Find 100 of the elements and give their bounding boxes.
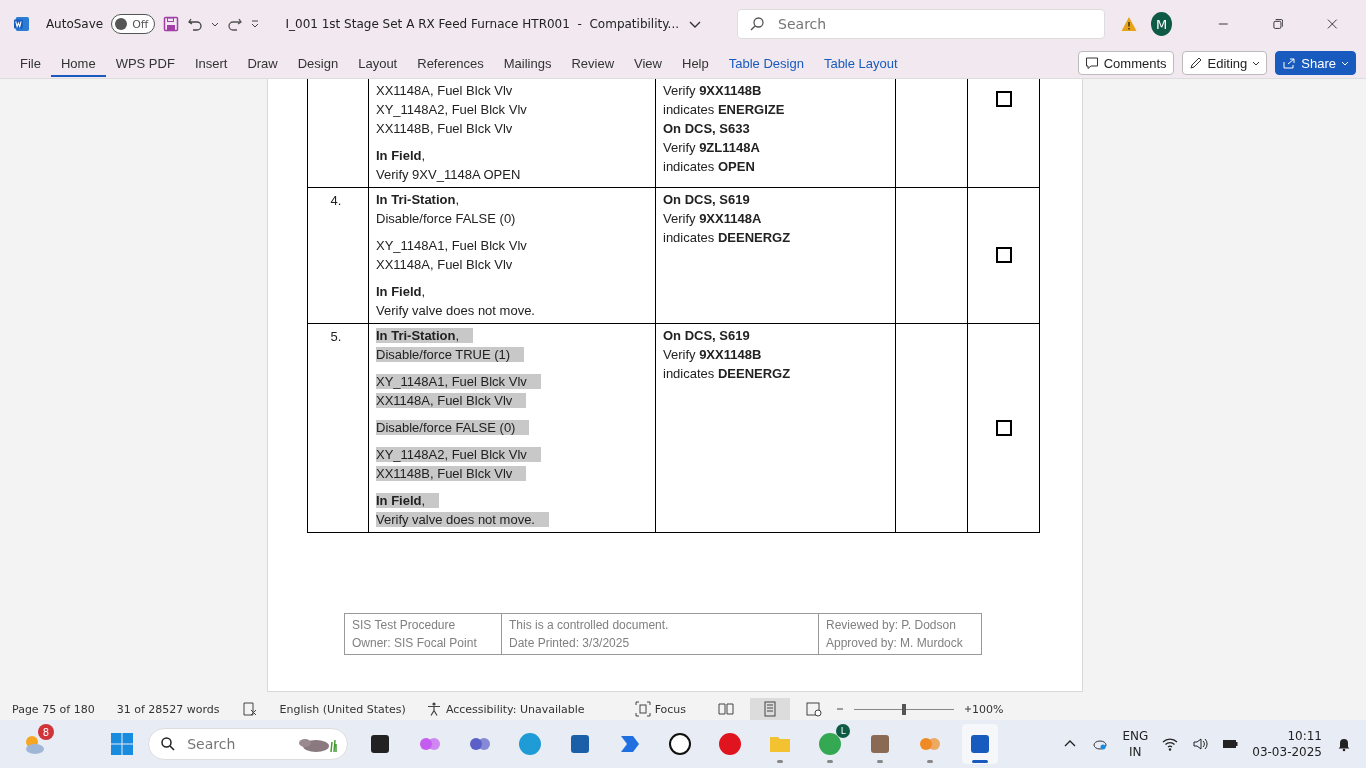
editing-button[interactable]: Editing (1181, 51, 1268, 75)
accessibility-icon[interactable] (425, 701, 442, 717)
speaker-icon[interactable] (1192, 736, 1209, 752)
input-language[interactable]: ENG (1122, 728, 1149, 744)
web-layout-icon[interactable] (806, 701, 823, 717)
share-icon (1282, 56, 1297, 70)
taskbar-search-field[interactable]: Search (148, 728, 349, 760)
read-mode-icon[interactable] (718, 701, 735, 717)
step-text: In Field, (376, 493, 440, 508)
running-indicator (927, 760, 934, 763)
checkbox[interactable] (995, 91, 1012, 107)
step-text: XY_1148A2, Fuel Blck Vlv (376, 447, 541, 462)
clock-time[interactable]: 10:11 (1287, 728, 1322, 744)
restore-icon[interactable] (1272, 18, 1284, 30)
zoom-slider[interactable] (854, 703, 955, 715)
ribbon-tab[interactable]: Layout (348, 49, 408, 77)
step-text: XX1148A, Fuel Blck Vlv (376, 257, 513, 272)
verify-text: On DCS, S619 (663, 328, 750, 343)
step-text: In Tri-Station, (376, 328, 474, 343)
zoom-in-icon[interactable] (964, 705, 973, 713)
ribbon-tab[interactable]: Review (561, 49, 625, 77)
app-icon (818, 732, 843, 756)
redo-icon[interactable] (227, 16, 244, 32)
ribbon-tab[interactable]: Table Design (718, 49, 814, 77)
footer-text: SIS Test Procedure (352, 618, 456, 632)
focus-button[interactable]: Focus (628, 700, 693, 718)
warning-icon[interactable] (1121, 16, 1138, 32)
autosave-label: AutoSave (45, 17, 104, 31)
ribbon-tab[interactable]: Design (287, 49, 349, 77)
proofing-icon[interactable] (241, 701, 258, 717)
save-icon[interactable] (163, 16, 180, 32)
taskbar-app-button[interactable]: L (812, 724, 849, 764)
bell-icon[interactable] (1336, 736, 1352, 752)
ribbon-tab[interactable]: View (624, 49, 672, 77)
verify-text: Verify 9XX1148A (663, 211, 762, 226)
step-text: XX1148B, Fuel Blck Vlv (376, 466, 527, 481)
notification-badge: 8 (38, 724, 54, 740)
step-text: XX1148A, Fuel Blck Vlv (376, 393, 527, 408)
footer-text: Approved by: M. Murdock (826, 636, 963, 650)
step-text: Disable/force FALSE (0) (376, 420, 530, 435)
verify-text: Verify 9XX1148B (663, 83, 762, 98)
step-text: XY_1148A1, Fuel Blck Vlv (376, 374, 541, 389)
wifi-icon[interactable] (1162, 736, 1179, 752)
clock-date[interactable]: 03-03-2025 (1252, 744, 1322, 760)
step-number: 5. (330, 329, 342, 344)
accessibility-status[interactable]: Accessibility: Unavailable (445, 702, 585, 716)
share-button[interactable]: Share (1275, 51, 1356, 75)
search-icon (749, 16, 766, 32)
focus-icon (634, 701, 651, 717)
checkbox[interactable] (995, 247, 1012, 263)
page-count[interactable]: Page 75 of 180 (12, 702, 95, 716)
footer-text: Owner: SIS Focal Point (352, 636, 477, 650)
search-icon (160, 736, 177, 752)
app-icon (718, 732, 743, 756)
footer-text: Reviewed by: P. Dodson (826, 618, 956, 632)
caret-icon (1341, 59, 1349, 67)
step-text: XY_1148A2, Fuel Blck Vlv (376, 102, 527, 117)
ribbon-tab[interactable]: Insert (184, 49, 238, 77)
taskbar-app-button[interactable] (962, 724, 999, 764)
verify-text: On DCS, S619 (663, 192, 750, 207)
app-icon (668, 732, 693, 756)
undo-icon[interactable] (187, 16, 204, 32)
app-icon (518, 732, 543, 756)
zoom-thumb[interactable] (902, 703, 907, 715)
input-region[interactable]: IN (1129, 744, 1142, 760)
comment-icon (1084, 56, 1099, 70)
avatar[interactable]: M (1151, 12, 1173, 36)
autosave-toggle[interactable]: Off (111, 14, 156, 34)
step-text: Verify valve does not move. (376, 303, 535, 318)
verify-text: indicates OPEN (663, 159, 755, 174)
step-text: Verify valve does not move. (376, 512, 549, 527)
verify-text: On DCS, S633 (663, 121, 750, 136)
zoom-level[interactable]: 100% (972, 702, 1004, 716)
close-icon[interactable] (1327, 18, 1338, 30)
verify-text: Verify 9XX1148B (663, 347, 762, 362)
search-field[interactable]: Search (737, 9, 1106, 39)
verify-text: indicates DEENERGZ (663, 230, 791, 245)
step-text: XY_1148A1, Fuel Blck Vlv (376, 238, 527, 253)
step-text: In Field, (376, 284, 426, 299)
language-status[interactable]: English (United States) (279, 702, 406, 716)
running-indicator (972, 760, 989, 763)
ribbon-tab[interactable]: References (407, 49, 494, 77)
ribbon-tab[interactable]: File (10, 49, 51, 77)
customize-icon[interactable] (251, 20, 260, 28)
ribbon-tab[interactable]: WPS PDF (105, 49, 185, 77)
checkbox[interactable] (995, 419, 1012, 436)
ribbon-tab[interactable]: Draw (237, 49, 288, 77)
verify-text: indicates ENERGIZE (663, 102, 785, 117)
caret-icon (1252, 59, 1261, 67)
ribbon-tab[interactable]: Mailings (493, 49, 562, 77)
word-logo-icon[interactable] (14, 15, 30, 33)
ribbon-tab[interactable]: Table Layout (813, 49, 908, 77)
running-indicator (827, 760, 834, 763)
word-count[interactable]: 31 of 28527 words (116, 702, 220, 716)
ribbon-tab[interactable]: Home (50, 49, 106, 77)
start-icon[interactable] (110, 732, 135, 756)
caret-icon[interactable] (211, 20, 220, 28)
ribbon-tab[interactable]: Help (672, 49, 719, 77)
comments-button[interactable]: Comments (1077, 51, 1174, 75)
step-text: XX1148B, Fuel Blck Vlv (376, 121, 513, 136)
